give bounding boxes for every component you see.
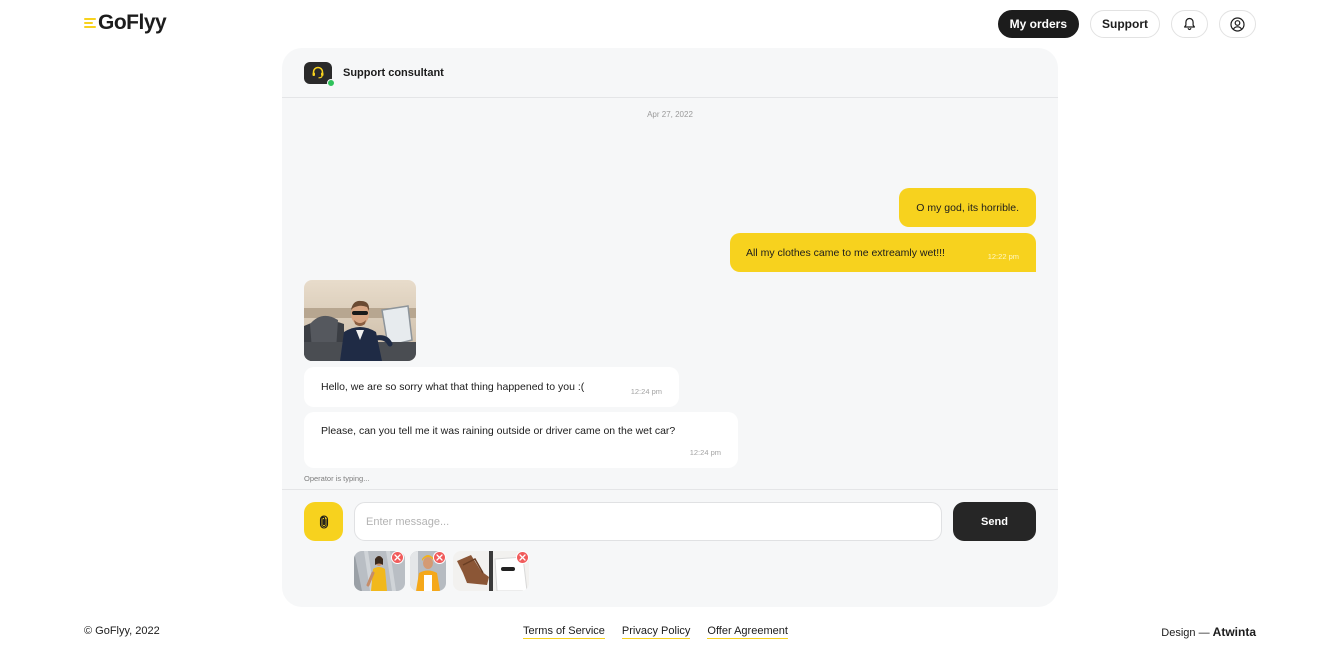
close-icon xyxy=(436,554,443,561)
remove-attachment-button[interactable] xyxy=(391,551,404,564)
typing-indicator: Operator is typing... xyxy=(304,474,370,483)
logo-speed-lines xyxy=(84,16,100,30)
offer-agreement-link[interactable]: Offer Agreement xyxy=(707,625,788,639)
message-bubble-outgoing: All my clothes came to me extreamly wet!… xyxy=(730,233,1036,272)
message-text: Please, can you tell me it was raining o… xyxy=(321,425,676,437)
header-actions: My orders Support xyxy=(997,10,1256,38)
credit-prefix: Design — xyxy=(1161,627,1213,639)
agent-name: Support consultant xyxy=(343,66,444,79)
profile-button[interactable] xyxy=(1219,10,1256,38)
logo[interactable]: GoFlyy xyxy=(84,10,167,36)
credit-name: Atwinta xyxy=(1212,625,1256,639)
footer-links: Terms of Service Privacy Policy Offer Ag… xyxy=(523,625,788,639)
message-time: 12:24 pm xyxy=(689,448,721,457)
headset-icon xyxy=(312,66,324,79)
date-separator: Apr 27, 2022 xyxy=(647,110,693,119)
remove-attachment-button[interactable] xyxy=(433,551,446,564)
message-text: All my clothes came to me extreamly wet!… xyxy=(746,246,945,259)
footer-credit[interactable]: Design — Atwinta xyxy=(1161,625,1256,639)
message-bubble-incoming: Please, can you tell me it was raining o… xyxy=(304,412,738,468)
message-time: 12:24 pm xyxy=(630,387,662,396)
user-circle-icon xyxy=(1230,16,1245,32)
privacy-policy-link[interactable]: Privacy Policy xyxy=(621,625,691,639)
send-button[interactable]: Send xyxy=(953,502,1036,541)
attach-button[interactable] xyxy=(304,502,343,541)
message-text: O my god, its horrible. xyxy=(916,201,1019,214)
agent-avatar xyxy=(304,61,335,87)
photo-man-in-car xyxy=(304,280,416,361)
message-bubble-incoming: Hello, we are so sorry what that thing h… xyxy=(304,367,679,407)
chat-header: Support consultant xyxy=(282,48,1058,98)
message-time: 12:22 pm xyxy=(987,252,1019,261)
chat-panel: Support consultant Apr 27, 2022 O my god… xyxy=(282,48,1058,607)
message-text: Hello, we are so sorry what that thing h… xyxy=(321,381,585,393)
remove-attachment-button[interactable] xyxy=(516,551,529,564)
bell-icon xyxy=(1184,17,1195,31)
support-button[interactable]: Support xyxy=(1090,10,1160,38)
online-status-dot xyxy=(327,78,335,87)
logo-text: GoFlyy xyxy=(98,11,167,34)
notifications-button[interactable] xyxy=(1171,10,1208,38)
my-orders-button[interactable]: My orders xyxy=(997,10,1079,38)
paperclip-icon xyxy=(319,514,328,529)
message-input[interactable] xyxy=(354,502,942,541)
close-icon xyxy=(519,554,526,561)
footer-copyright: © GoFlyy, 2022 xyxy=(84,625,160,637)
message-bubble-outgoing: O my god, its horrible. xyxy=(899,188,1036,227)
close-icon xyxy=(394,554,401,561)
message-image[interactable] xyxy=(304,280,416,361)
terms-of-service-link[interactable]: Terms of Service xyxy=(523,625,605,639)
message-composer: Send xyxy=(282,489,1058,607)
